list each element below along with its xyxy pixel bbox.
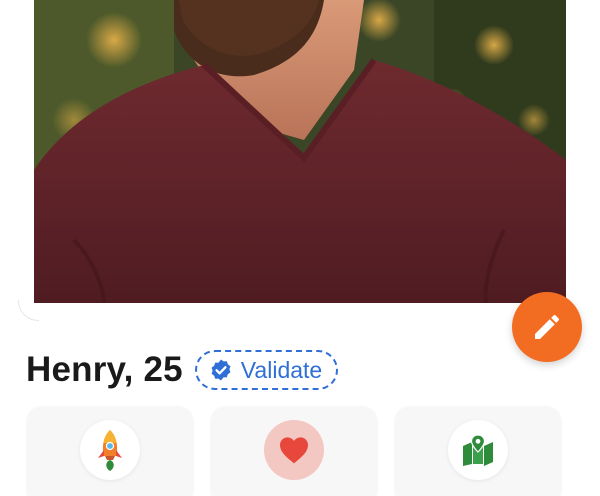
pencil-icon xyxy=(535,314,560,339)
map-icon-wrap xyxy=(448,420,508,480)
map-pin-icon xyxy=(463,434,493,466)
boost-icon-wrap xyxy=(80,420,140,480)
profile-photo-image xyxy=(34,0,566,303)
likes-card[interactable] xyxy=(210,406,378,496)
profile-name: Henry, 25 xyxy=(26,350,183,389)
action-cards xyxy=(26,406,564,496)
photo-card-edge xyxy=(18,300,39,321)
heart-icon xyxy=(280,437,308,464)
profile-header: Henry, 25 Validate xyxy=(26,346,339,394)
validate-label: Validate xyxy=(240,356,323,383)
edit-profile-button[interactable] xyxy=(512,292,582,362)
map-card[interactable] xyxy=(394,406,562,496)
likes-icon-wrap xyxy=(264,420,324,480)
rocket-icon xyxy=(98,430,122,471)
profile-photo[interactable] xyxy=(34,0,566,303)
profile-screen: Henry, 25 Validate xyxy=(0,0,600,496)
validate-button[interactable]: Validate xyxy=(194,350,339,390)
verified-badge-icon xyxy=(211,359,231,381)
boost-card[interactable] xyxy=(26,406,194,496)
